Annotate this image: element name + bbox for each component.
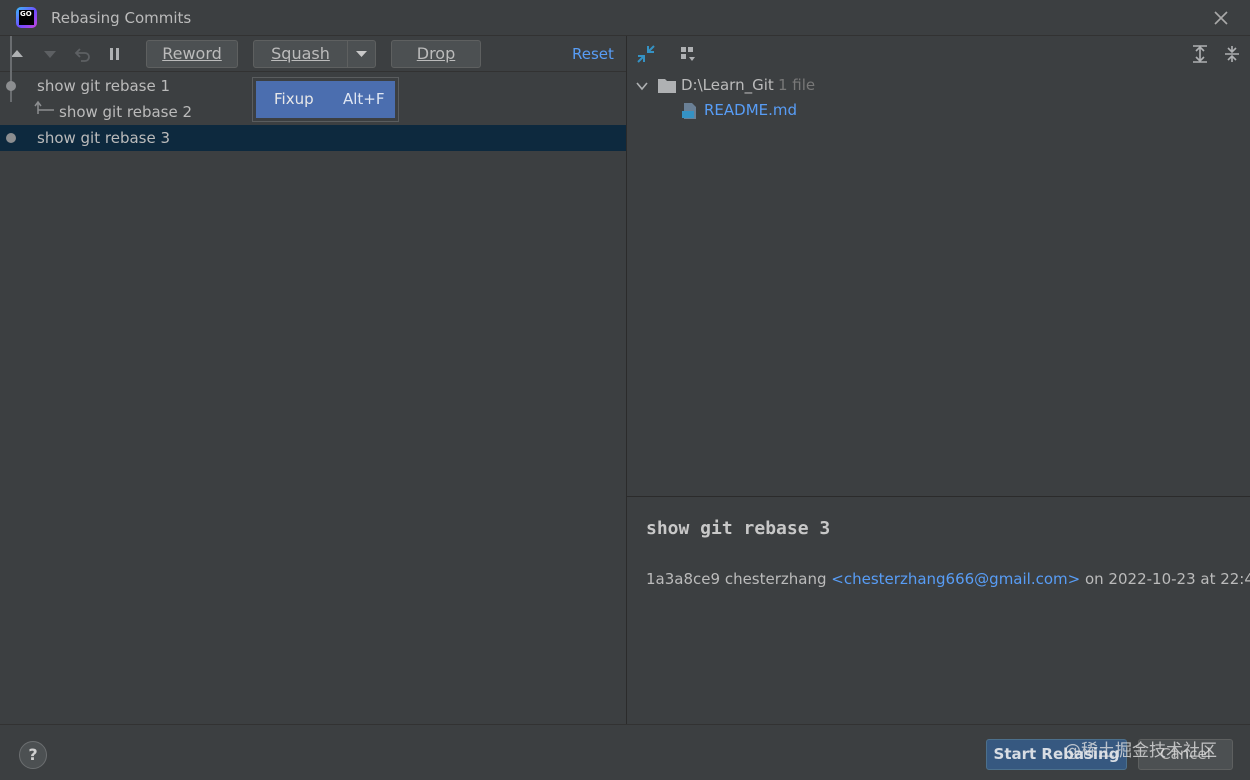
- app-icon: GO: [16, 7, 37, 28]
- watermark: @稀土掘金技术社区: [1064, 741, 1217, 761]
- close-icon[interactable]: [1211, 8, 1231, 28]
- collapse-arrows-icon[interactable]: [636, 44, 656, 64]
- commit-node: [6, 81, 16, 91]
- tree-file-row[interactable]: README.md: [627, 98, 1250, 123]
- help-button[interactable]: ?: [19, 741, 47, 769]
- commit-hash: 1a3a8ce9: [646, 570, 721, 588]
- commit-row-3[interactable]: show git rebase 3: [0, 125, 626, 151]
- commit-message: show git rebase 2: [59, 103, 193, 121]
- commit-email-link[interactable]: <chesterzhang666@gmail.com>: [831, 570, 1080, 588]
- tree-root-row[interactable]: D:\Learn_Git 1 file: [627, 73, 1250, 98]
- commit-subject: show git rebase 3: [646, 518, 831, 539]
- tree-root-label: D:\Learn_Git: [681, 76, 774, 94]
- expand-all-icon[interactable]: [1190, 44, 1210, 64]
- tree-root-count: 1 file: [778, 76, 816, 94]
- commit-details: show git rebase 3 1a3a8ce9 chesterzhang …: [627, 497, 1250, 724]
- window-title: Rebasing Commits: [51, 9, 192, 27]
- commit-message: show git rebase 1: [37, 77, 171, 95]
- fixup-menu-item[interactable]: Fixup Alt+F: [256, 81, 395, 118]
- markdown-file-icon: [682, 103, 696, 119]
- fixup-label: Fixup: [274, 90, 314, 108]
- changes-tree: D:\Learn_Git 1 file README.md: [627, 72, 1250, 123]
- chevron-down-icon[interactable]: [636, 81, 648, 91]
- commit-date: on 2022-10-23 at 22:48: [1084, 570, 1250, 588]
- collapse-all-icon[interactable]: [1222, 44, 1242, 64]
- dialog-footer: ? Start Rebasing Cancel @稀土掘金技术社区: [0, 724, 1250, 780]
- group-by-icon[interactable]: [678, 44, 698, 64]
- commit-node: [6, 133, 16, 143]
- folder-icon: [658, 79, 676, 93]
- commit-message: show git rebase 3: [37, 129, 171, 147]
- tree-file-label: README.md: [704, 101, 798, 119]
- app-icon-text: GO: [19, 10, 34, 25]
- title-bar: GO Rebasing Commits: [0, 0, 1250, 36]
- fixup-shortcut: Alt+F: [343, 90, 385, 108]
- commit-author: chesterzhang: [724, 570, 827, 588]
- squash-dropdown-menu: Fixup Alt+F: [252, 77, 399, 122]
- changes-toolbar: [627, 36, 1250, 72]
- fixup-arrow-icon: [34, 100, 54, 114]
- commit-meta: 1a3a8ce9 chesterzhang <chesterzhang666@g…: [646, 570, 1250, 588]
